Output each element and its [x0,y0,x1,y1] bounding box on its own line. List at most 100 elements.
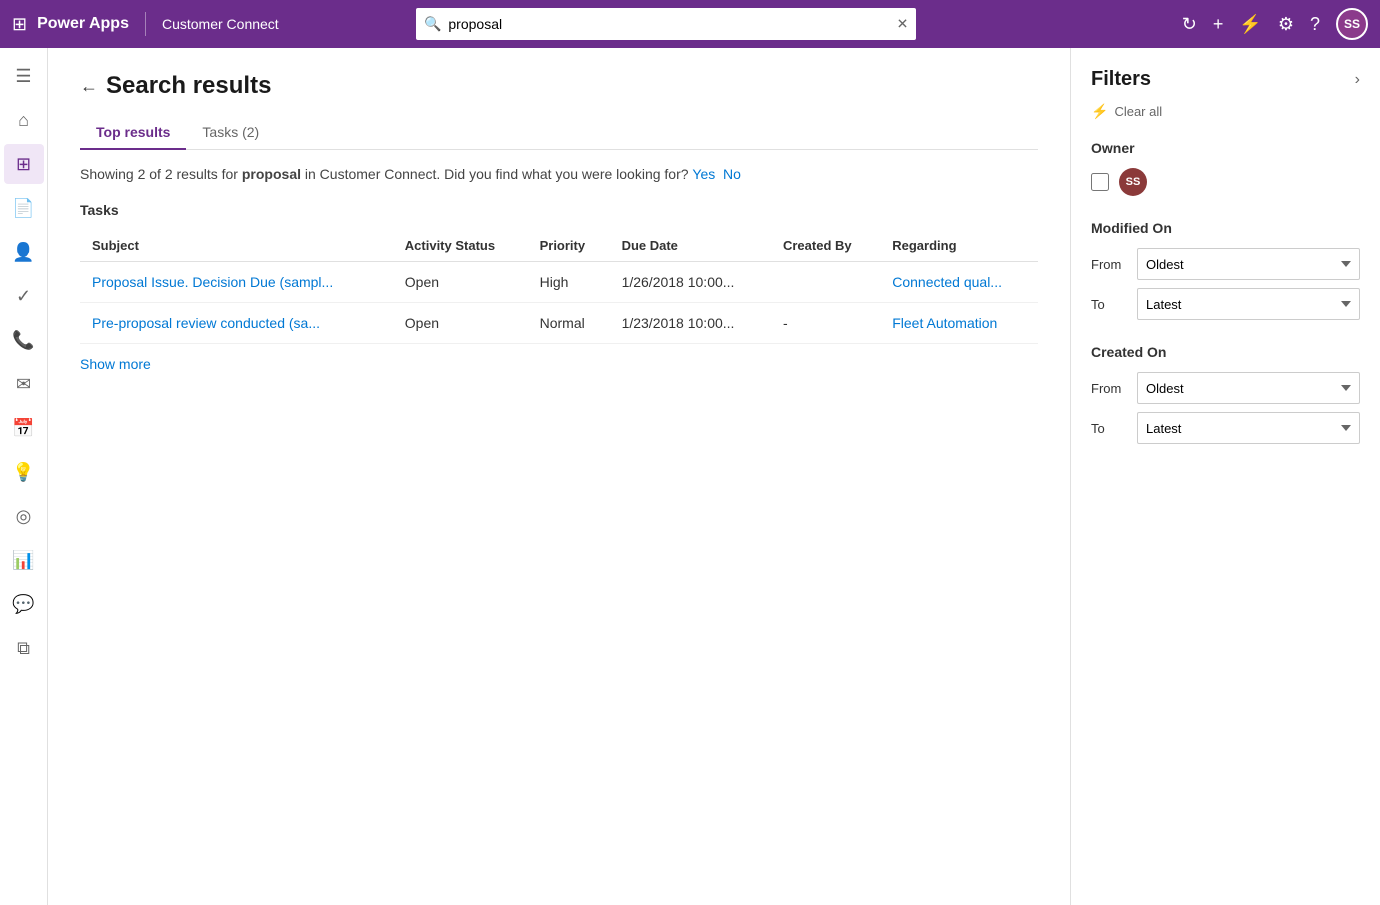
filter-icon[interactable]: ⚡ [1239,14,1261,35]
back-button[interactable]: ← [80,76,98,97]
search-container: 🔍 ✕ [416,8,916,40]
modified-to-label: To [1091,297,1127,312]
filter-created-on-section: Created On From Oldest Latest To Oldest … [1091,344,1360,444]
sidebar-item-collections[interactable]: ◎ [4,496,44,536]
row2-regarding-link[interactable]: Fleet Automation [892,315,997,331]
table-row: Proposal Issue. Decision Due (sampl... O… [80,262,1038,303]
tab-bar: Top results Tasks (2) [80,116,1038,150]
filter-modified-on-section: Modified On From Oldest Latest To Oldest… [1091,220,1360,320]
nav-divider [145,12,146,36]
row2-subject-link[interactable]: Pre-proposal review conducted (sa... [92,315,320,331]
row2-subject: Pre-proposal review conducted (sa... [80,303,393,344]
tasks-table: Subject Activity Status Priority Due Dat… [80,230,1038,344]
row1-created-by [771,262,880,303]
settings-icon[interactable]: ⚙ [1278,14,1294,35]
created-from-row: From Oldest Latest [1091,372,1360,404]
grid-menu-icon[interactable]: ⊞ [12,14,27,35]
row1-regarding-link[interactable]: Connected qual... [892,274,1002,290]
sidebar-item-contacts[interactable]: 👤 [4,232,44,272]
created-to-row: To Oldest Latest [1091,412,1360,444]
back-header: ← Search results [80,72,1038,100]
search-input[interactable] [416,8,916,40]
created-from-select[interactable]: Oldest Latest [1137,372,1360,404]
sidebar-item-phone[interactable]: 📞 [4,320,44,360]
clear-all-icon: ⚡ [1091,103,1108,120]
modified-to-select[interactable]: Oldest Latest [1137,288,1360,320]
row1-status: Open [393,262,528,303]
clear-all-button[interactable]: ⚡ Clear all [1091,103,1360,120]
tasks-section-title: Tasks [80,202,1038,218]
sidebar-item-email[interactable]: ✉ [4,364,44,404]
sidebar-item-dashboard[interactable]: ⊞ [4,144,44,184]
sidebar-item-apps[interactable]: ⧉ [4,628,44,668]
sidebar-item-activities[interactable]: ✓ [4,276,44,316]
modified-to-row: To Oldest Latest [1091,288,1360,320]
yes-link[interactable]: Yes [692,166,715,182]
filter-panel: Filters › ⚡ Clear all Owner SS Modified … [1070,48,1380,905]
main-layout: ☰ ⌂ ⊞ 📄 👤 ✓ 📞 ✉ 📅 💡 ◎ 📊 💬 ⧉ ← Search res… [0,48,1380,905]
sidebar-item-home[interactable]: ⌂ [4,100,44,140]
filter-owner-section: Owner SS [1091,140,1360,196]
modified-from-select[interactable]: Oldest Latest [1137,248,1360,280]
show-more-button[interactable]: Show more [80,356,1038,372]
filter-title: Filters [1091,68,1151,91]
tab-tasks[interactable]: Tasks (2) [186,116,275,150]
app-label: Customer Connect [162,16,279,32]
sidebar-item-insights[interactable]: 💡 [4,452,44,492]
owner-avatar: SS [1119,168,1147,196]
created-from-label: From [1091,381,1127,396]
col-subject: Subject [80,230,393,262]
add-icon[interactable]: + [1213,14,1224,35]
page-title: Search results [106,72,271,100]
app-name: Power Apps [37,15,129,33]
sidebar-item-chat[interactable]: 💬 [4,584,44,624]
table-row: Pre-proposal review conducted (sa... Ope… [80,303,1038,344]
tab-top-results[interactable]: Top results [80,116,186,150]
row2-due-date: 1/23/2018 10:00... [610,303,771,344]
row2-regarding: Fleet Automation [880,303,1038,344]
row1-regarding: Connected qual... [880,262,1038,303]
filter-created-on-title: Created On [1091,344,1360,360]
user-avatar[interactable]: SS [1336,8,1368,40]
modified-from-row: From Oldest Latest [1091,248,1360,280]
summary-prefix: Showing 2 of 2 results for [80,166,242,182]
summary-keyword: proposal [242,166,301,182]
summary-middle: in Customer Connect. Did you find what y… [301,166,689,182]
row1-subject: Proposal Issue. Decision Due (sampl... [80,262,393,303]
modified-from-label: From [1091,257,1127,272]
clear-all-label: Clear all [1114,104,1162,119]
refresh-icon[interactable]: ↻ [1182,14,1197,35]
row2-priority: Normal [528,303,610,344]
row1-priority: High [528,262,610,303]
search-clear-icon[interactable]: ✕ [897,16,909,33]
sidebar-item-menu[interactable]: ☰ [4,56,44,96]
col-due-date: Due Date [610,230,771,262]
row2-created-by: - [771,303,880,344]
main-content: ← Search results Top results Tasks (2) S… [48,48,1070,905]
content-area: ← Search results Top results Tasks (2) S… [48,48,1380,905]
filter-owner-title: Owner [1091,140,1360,156]
nav-actions: ↻ + ⚡ ⚙ ? SS [1182,8,1368,40]
help-icon[interactable]: ? [1310,14,1320,35]
top-navigation: ⊞ Power Apps Customer Connect 🔍 ✕ ↻ + ⚡ … [0,0,1380,48]
sidebar-item-reports[interactable]: 📊 [4,540,44,580]
search-icon: 🔍 [424,16,441,33]
col-activity-status: Activity Status [393,230,528,262]
filter-header: Filters › [1091,68,1360,91]
row1-due-date: 1/26/2018 10:00... [610,262,771,303]
owner-row: SS [1091,168,1360,196]
col-created-by: Created By [771,230,880,262]
sidebar-item-calendar[interactable]: 📅 [4,408,44,448]
no-link[interactable]: No [723,166,741,182]
sidebar: ☰ ⌂ ⊞ 📄 👤 ✓ 📞 ✉ 📅 💡 ◎ 📊 💬 ⧉ [0,48,48,905]
row1-subject-link[interactable]: Proposal Issue. Decision Due (sampl... [92,274,333,290]
sidebar-item-documents[interactable]: 📄 [4,188,44,228]
filter-chevron-icon[interactable]: › [1355,71,1360,89]
filter-modified-on-title: Modified On [1091,220,1360,236]
created-to-label: To [1091,421,1127,436]
row2-status: Open [393,303,528,344]
created-to-select[interactable]: Oldest Latest [1137,412,1360,444]
col-priority: Priority [528,230,610,262]
owner-checkbox[interactable] [1091,173,1109,191]
results-summary: Showing 2 of 2 results for proposal in C… [80,166,1038,182]
